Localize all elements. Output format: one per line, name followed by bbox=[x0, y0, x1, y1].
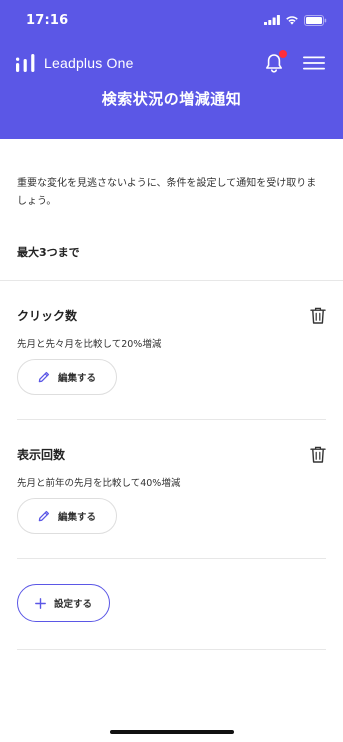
bottom-divider bbox=[17, 649, 326, 650]
wifi-icon bbox=[286, 16, 298, 25]
notification-condition: 先月と前年の先月を比較して40%増減 bbox=[17, 478, 181, 489]
page-title: 検索状況の増減通知 bbox=[101, 90, 242, 108]
brand[interactable]: Leadplus One bbox=[16, 54, 134, 72]
notification-button[interactable] bbox=[263, 50, 287, 74]
description-text: 重要な変化を見逃さないように、条件を設定して通知を受け取りましょう。 bbox=[17, 178, 317, 207]
add-section: 設定する bbox=[17, 559, 326, 649]
pencil-icon bbox=[38, 510, 50, 522]
notification-title: 表示回数 bbox=[17, 448, 66, 462]
edit-button[interactable]: 編集する bbox=[17, 498, 117, 534]
menu-icon[interactable] bbox=[303, 56, 325, 70]
leadplus-logo-icon bbox=[16, 54, 35, 72]
edit-button-label: 編集する bbox=[57, 373, 96, 384]
battery-icon bbox=[304, 14, 327, 26]
notification-condition: 先月と先々月を比較して20%増減 bbox=[17, 339, 162, 350]
notification-item: クリック数 先月と先々月を比較して20%増減 編集する bbox=[17, 281, 326, 419]
brand-name: Leadplus One bbox=[44, 55, 134, 71]
status-icons bbox=[264, 14, 327, 26]
status-bar: 17:16 bbox=[0, 0, 343, 40]
top-navigation: Leadplus One bbox=[0, 40, 343, 86]
status-time: 17:16 bbox=[26, 12, 69, 28]
header-actions bbox=[263, 50, 325, 74]
notification-list: クリック数 先月と先々月を比較して20%増減 編集する 表示回数 先月と前年の先… bbox=[0, 281, 343, 650]
plus-icon bbox=[35, 597, 46, 609]
add-button-label: 設定する bbox=[53, 599, 92, 610]
edit-button[interactable]: 編集する bbox=[17, 359, 117, 395]
edit-button-label: 編集する bbox=[57, 512, 96, 523]
notification-badge bbox=[279, 50, 287, 58]
home-indicator bbox=[109, 730, 234, 734]
notification-item: 表示回数 先月と前年の先月を比較して40%増減 編集する bbox=[17, 420, 326, 558]
app-header: 17:16 Leadplus One 検索状況の増減通知 bbox=[0, 0, 343, 139]
trash-icon[interactable] bbox=[310, 446, 326, 463]
trash-icon[interactable] bbox=[310, 307, 326, 324]
signal-icon bbox=[264, 15, 280, 25]
pencil-icon bbox=[38, 371, 50, 383]
notification-title: クリック数 bbox=[17, 309, 78, 323]
limit-text: 最大3つまで bbox=[17, 246, 80, 259]
add-notification-button[interactable]: 設定する bbox=[17, 584, 110, 622]
main-content: 重要な変化を見逃さないように、条件を設定して通知を受け取りましょう。 最大3つま… bbox=[0, 175, 343, 260]
